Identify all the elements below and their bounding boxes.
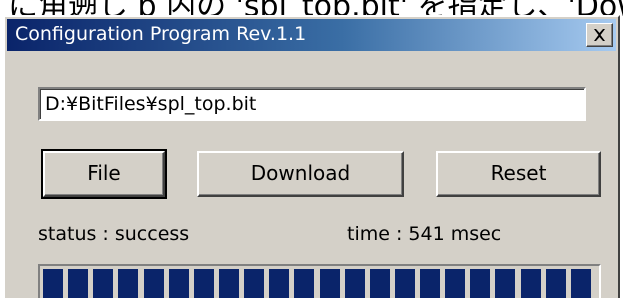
progress-segment [144,269,164,298]
progress-segment [470,269,490,298]
progress-segment [68,269,88,298]
progress-fill [43,269,596,298]
progress-segment [395,269,415,298]
reset-button[interactable]: Reset [436,151,601,197]
progress-bar [38,264,601,298]
progress-segment [345,269,365,298]
progress-segment [294,269,314,298]
close-button[interactable] [586,23,613,47]
screenshot: に角遡し b 内の 'spl_top.bit' を指定し、'Downlo Con… [0,0,623,298]
download-button[interactable]: Download [197,151,404,197]
status-label: status : success [38,223,190,245]
progress-segment [169,269,189,298]
progress-segment [495,269,515,298]
file-button[interactable]: File [41,149,167,199]
progress-segment [320,269,340,298]
window-title: Configuration Program Rev.1.1 [15,23,307,45]
progress-segment [219,269,239,298]
time-label: time : 541 msec [347,223,502,245]
progress-segment [118,269,138,298]
progress-segment [445,269,465,298]
progress-segment [521,269,541,298]
progress-segment [370,269,390,298]
progress-segment [420,269,440,298]
progress-segment [93,269,113,298]
progress-segment [546,269,566,298]
progress-segment [269,269,289,298]
progress-segment [43,269,63,298]
dialog-window: Configuration Program Rev.1.1 D:¥BitFile… [3,15,620,298]
file-path-input[interactable]: D:¥BitFiles¥spl_top.bit [38,87,586,121]
title-bar[interactable]: Configuration Program Rev.1.1 [7,19,616,51]
close-icon [594,29,605,41]
progress-segment [194,269,214,298]
progress-segment [244,269,264,298]
progress-segment [571,269,591,298]
